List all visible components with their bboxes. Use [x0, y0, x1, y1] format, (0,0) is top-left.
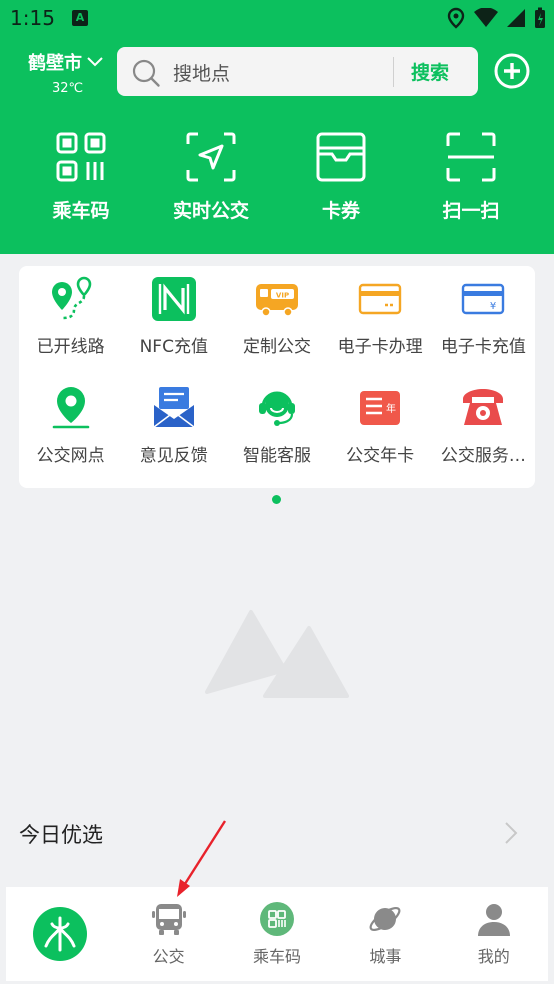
service-nfc-recharge[interactable]: NFC充值 [122, 276, 225, 357]
svg-text:年: 年 [386, 402, 396, 415]
add-circle-icon[interactable] [494, 53, 530, 89]
quick-action-ride-code[interactable]: 乘车码 [16, 130, 146, 223]
service-label: NFC充值 [139, 337, 208, 357]
search-icon [132, 59, 160, 87]
search-button[interactable]: 搜索 [411, 58, 449, 85]
service-opened-routes[interactable]: 已开线路 [19, 276, 122, 357]
nav-label: 城事 [369, 947, 402, 966]
quick-action-label: 乘车码 [52, 200, 110, 222]
quick-action-scan[interactable]: 扫一扫 [406, 130, 536, 223]
nav-label: 我的 [477, 947, 510, 966]
app-logo-icon [33, 907, 88, 961]
location-icon [52, 387, 89, 429]
carousel-page-indicator [272, 495, 281, 504]
service-label: 意见反馈 [139, 446, 208, 466]
annual-card-icon: 年 [360, 391, 401, 425]
chevron-down-icon [87, 57, 103, 67]
service-ecard-recharge[interactable]: ¥ 电子卡充值 [432, 276, 535, 357]
scan-icon [446, 132, 496, 182]
quick-action-label: 扫一扫 [442, 200, 500, 222]
service-label: 已开线路 [36, 337, 105, 357]
status-time: 1:15 [10, 6, 55, 30]
nav-label: 公交 [152, 947, 185, 966]
status-bar: 1:15 A [0, 0, 554, 36]
search-divider [393, 57, 394, 87]
search-bar[interactable]: 搜地点 搜索 [117, 47, 478, 96]
route-icon [51, 276, 91, 320]
nfc-icon [151, 277, 196, 321]
qr-code-icon [56, 132, 106, 182]
bottom-nav: 公交 乘车码 城事 我的 [6, 887, 548, 981]
service-custom-bus[interactable]: VIP 定制公交 [225, 276, 328, 357]
svg-text:VIP: VIP [276, 292, 289, 300]
service-label: 公交网点 [36, 446, 105, 466]
today-picks-section[interactable]: 今日优选 [0, 800, 554, 866]
planet-icon [369, 906, 401, 932]
customer-service-icon [258, 391, 295, 426]
service-label: 定制公交 [242, 337, 311, 357]
nav-city-news[interactable]: 城事 [331, 887, 439, 981]
service-annual-card[interactable]: 年 公交年卡 [329, 385, 432, 466]
chevron-right-icon[interactable] [503, 820, 519, 846]
svg-text:¥: ¥ [490, 301, 496, 312]
city-selector[interactable]: 鹤壁市 [28, 49, 104, 75]
quick-action-realtime-bus[interactable]: 实时公交 [146, 130, 276, 223]
feedback-mail-icon [153, 387, 195, 428]
service-feedback[interactable]: 意见反馈 [122, 385, 225, 466]
service-grid: 已开线路 NFC充值 VIP 定制公交 电子卡办理 ¥ 电子卡充值 公交网点 意… [19, 266, 535, 488]
user-icon [477, 904, 510, 936]
battery-icon [535, 7, 545, 28]
bus-icon [151, 904, 186, 935]
signal-icon [507, 9, 525, 27]
realtime-bus-icon [186, 132, 236, 182]
quick-actions: 乘车码 实时公交 卡券 扫一扫 [0, 130, 554, 223]
nav-profile[interactable]: 我的 [440, 887, 548, 981]
quick-action-coupons[interactable]: 卡券 [276, 130, 406, 223]
nav-ride-code[interactable]: 乘车码 [223, 887, 331, 981]
quick-action-label: 卡券 [321, 200, 360, 222]
service-smart-support[interactable]: 智能客服 [225, 385, 328, 466]
service-label: 电子卡充值 [440, 337, 526, 357]
quick-action-label: 实时公交 [172, 200, 249, 222]
service-ecard-apply[interactable]: 电子卡办理 [329, 276, 432, 357]
phone-icon [463, 389, 504, 425]
qr-code-icon [259, 902, 294, 936]
coupon-icon [316, 132, 366, 182]
search-input[interactable]: 搜地点 [173, 59, 230, 86]
service-label: 智能客服 [242, 446, 311, 466]
service-bus-hotline[interactable]: 公交服务… [432, 385, 535, 466]
nav-home[interactable] [6, 887, 114, 981]
nav-label: 乘车码 [252, 947, 301, 966]
city-name: 鹤壁市 [28, 53, 82, 74]
location-pin-icon [447, 7, 465, 29]
section-title: 今日优选 [19, 823, 103, 847]
service-label: 电子卡办理 [337, 337, 423, 357]
wifi-icon [474, 8, 498, 27]
notification-a-icon: A [72, 10, 88, 26]
service-label: 公交服务… [440, 446, 526, 466]
nav-bus[interactable]: 公交 [114, 887, 222, 981]
image-placeholder-icon [205, 610, 349, 698]
ecard-recharge-icon: ¥ [462, 283, 505, 315]
ecard-apply-icon [358, 283, 402, 315]
service-bus-outlets[interactable]: 公交网点 [19, 385, 122, 466]
temperature: 32℃ [52, 81, 84, 96]
service-label: 公交年卡 [346, 446, 415, 466]
vip-bus-icon: VIP [255, 284, 298, 317]
header: 鹤壁市 32℃ 搜地点 搜索 乘车码 实时公交 卡券 扫一扫 [0, 36, 554, 254]
